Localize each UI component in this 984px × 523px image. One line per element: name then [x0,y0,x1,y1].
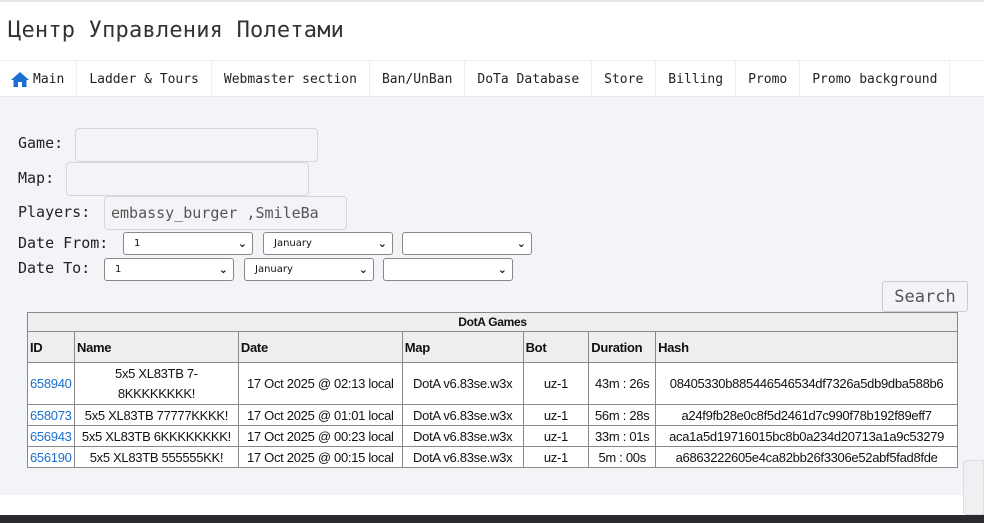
table-row: 658073 5x5 XL83TB 77777KKKK! 17 Oct 2025 @… [27,404,958,426]
cell-hash: 08405330b885446546534df7326a5db9dba588b6 [655,362,958,405]
nav-webmaster[interactable]: Webmaster section [212,61,370,97]
cell-id: 658073 [27,404,75,426]
column-header: Bot [522,331,590,363]
cell-bot: uz-1 [522,404,590,426]
map-label: Map: [18,169,55,187]
select-value: January [274,238,312,249]
taskbar [0,515,984,523]
side-widget[interactable] [963,460,984,515]
map-input[interactable] [66,162,309,196]
game-input[interactable] [75,128,318,162]
players-label: Players: [18,203,91,221]
date-from-month-select[interactable]: January ⌄ [263,232,393,255]
column-header: Name [73,331,239,363]
date-to-year-select[interactable]: ⌄ [383,258,513,281]
date-to-day-select[interactable]: 1 ⌄ [104,258,234,281]
main-nav: Main Ladder & Tours Webmaster section Ba… [0,60,984,97]
column-header: Map [401,331,524,363]
select-value: January [255,264,293,275]
nav-dota-database[interactable]: DoTa Database [465,61,593,97]
chevron-down-icon: ⌄ [377,237,387,250]
cell-name: 5x5 XL83TB 77777KKKK! [73,404,239,426]
nav-main[interactable]: Main [0,61,78,97]
cell-date: 17 Oct 2025 @ 02:13 local [237,362,403,405]
cell-id: 656943 [27,425,75,447]
table-row: 656943 5x5 XL83TB 6KKKKKKKK! 17 Oct 2025 @… [27,425,958,447]
cell-hash: a6863222605e4ca82bb26f3306e52abf5fad8fde [655,446,958,468]
nav-promo-background[interactable]: Promo background [800,61,951,97]
cell-duration: 43m : 26s [588,362,657,405]
date-to-label: Date To: [18,259,91,277]
game-id-link[interactable]: 656943 [30,429,72,444]
chevron-down-icon: ⌄ [516,237,526,250]
game-label: Game: [18,134,64,152]
cell-duration: 33m : 01s [588,425,657,447]
column-header: ID [27,331,75,363]
cell-map: DotA v6.83se.w3x [401,404,524,426]
table-row: 656190 5x5 XL83TB 555555KK! 17 Oct 2025 @ … [27,446,958,468]
cell-map: DotA v6.83se.w3x [401,362,524,405]
cell-duration: 56m : 28s [588,404,657,426]
players-input[interactable]: embassy_burger ,SmileBa [104,196,347,230]
date-from-label: Date From: [18,234,109,252]
nav-ban-unban[interactable]: Ban/UnBan [370,61,466,97]
chevron-down-icon: ⌄ [497,263,507,276]
column-header: Date [237,331,403,363]
cell-bot: uz-1 [522,425,590,447]
cell-date: 17 Oct 2025 @ 00:23 local [237,425,403,447]
search-button[interactable]: Search [882,281,968,312]
chevron-down-icon: ⌄ [237,237,247,250]
date-to-month-select[interactable]: January ⌄ [244,258,374,281]
table-caption: DotA Games [27,312,958,332]
cell-name: 5x5 XL83TB 555555KK! [73,446,239,468]
cell-bot: uz-1 [522,362,590,405]
cell-duration: 5m : 00s [588,446,657,468]
cell-date: 17 Oct 2025 @ 00:15 local [237,446,403,468]
nav-label: Main [33,71,65,87]
select-value: 1 [115,264,122,275]
cell-hash: aca1a5d19716015bc8b0a234d20713a1a9c53279 [655,425,958,447]
cell-name: 5x5 XL83TB 7-8KKKKKKKK! [73,362,239,405]
cell-hash: a24f9fb28e0c8f5d2461d7c990f78b192f89eff7 [655,404,958,426]
nav-billing[interactable]: Billing [656,61,737,97]
nav-promo[interactable]: Promo [736,61,801,97]
date-from-year-select[interactable]: ⌄ [402,232,532,255]
nav-store[interactable]: Store [592,61,657,97]
cell-date: 17 Oct 2025 @ 01:01 local [237,404,403,426]
nav-ladder-tours[interactable]: Ladder & Tours [77,61,212,97]
chevron-down-icon: ⌄ [218,263,228,276]
page-title: Центр Управления Полетами [8,18,345,43]
cell-id: 656190 [27,446,75,468]
select-value: 1 [134,238,141,249]
column-header: Hash [655,331,958,363]
game-id-link[interactable]: 658073 [30,408,72,423]
column-header: Duration [588,331,657,363]
game-id-link[interactable]: 656190 [30,450,72,465]
game-id-link[interactable]: 658940 [30,376,72,391]
cell-name: 5x5 XL83TB 6KKKKKKKK! [73,425,239,447]
top-border [0,0,984,2]
home-icon [11,71,29,87]
table-row: 658940 5x5 XL83TB 7-8KKKKKKKK! 17 Oct 2025… [27,362,958,405]
cell-bot: uz-1 [522,446,590,468]
cell-map: DotA v6.83se.w3x [401,425,524,447]
cell-id: 658940 [27,362,75,405]
chevron-down-icon: ⌄ [358,263,368,276]
games-table: DotA Games ID Name Date Map Bot Duration Hash … [27,312,958,468]
cell-map: DotA v6.83se.w3x [401,446,524,468]
date-from-day-select[interactable]: 1 ⌄ [123,232,253,255]
